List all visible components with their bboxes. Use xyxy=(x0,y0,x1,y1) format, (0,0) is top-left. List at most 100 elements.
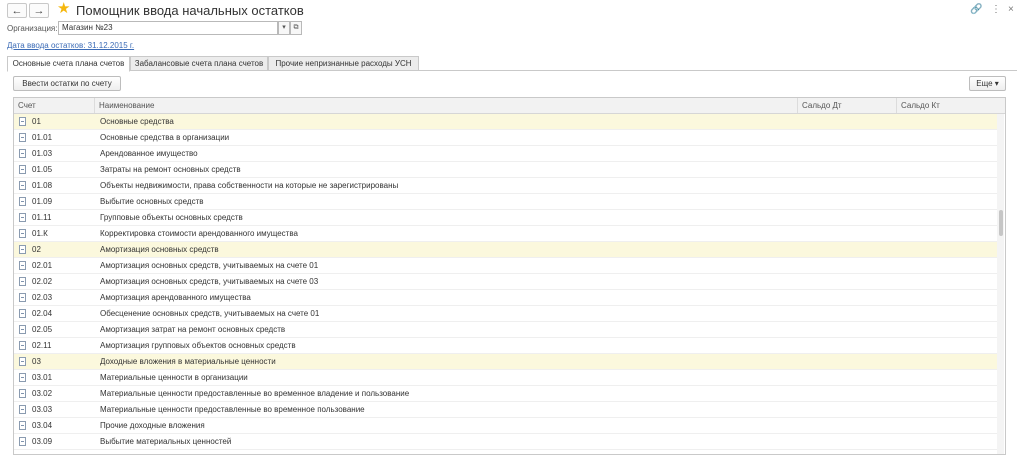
credit-balance-cell[interactable] xyxy=(901,146,996,161)
debit-balance-cell[interactable] xyxy=(802,306,897,321)
more-actions-icon[interactable]: ⋮ xyxy=(991,3,1001,17)
credit-balance-cell[interactable] xyxy=(901,290,996,305)
debit-balance-cell[interactable] xyxy=(802,162,897,177)
vertical-scrollbar[interactable] xyxy=(997,114,1004,454)
debit-balance-cell[interactable] xyxy=(802,258,897,273)
debit-balance-cell[interactable] xyxy=(802,114,897,129)
debit-balance-cell[interactable] xyxy=(802,322,897,337)
credit-balance-cell[interactable] xyxy=(901,402,996,417)
table-row[interactable]: 01.09 Выбытие основных средств xyxy=(14,194,997,210)
credit-balance-cell[interactable] xyxy=(901,130,996,145)
table-row[interactable]: 03 Доходные вложения в материальные ценно… xyxy=(14,354,997,370)
debit-balance-cell[interactable] xyxy=(802,178,897,193)
table-row[interactable]: 02.02 Амортизация основных средств, учиты… xyxy=(14,274,997,290)
table-row[interactable]: 01 Основные средства xyxy=(14,114,997,130)
credit-balance-cell[interactable] xyxy=(901,114,996,129)
credit-balance-cell[interactable] xyxy=(901,434,996,449)
link-icon[interactable]: 🔗 xyxy=(970,3,982,17)
column-header-credit[interactable]: Сальдо Кт xyxy=(897,98,997,113)
debit-balance-cell[interactable] xyxy=(802,386,897,401)
table-row[interactable]: 03.04 Прочие доходные вложения xyxy=(14,418,997,434)
credit-balance-cell[interactable] xyxy=(901,194,996,209)
account-code: 02.01 xyxy=(32,261,53,270)
account-icon xyxy=(19,373,26,382)
forward-button[interactable]: → xyxy=(29,3,49,18)
account-name: Арендованное имущество xyxy=(100,149,198,158)
account-name: Основные средства в организации xyxy=(100,133,230,142)
account-code: 03.09 xyxy=(32,437,53,446)
account-name: Объекты недвижимости, права собственност… xyxy=(100,181,399,190)
account-icon xyxy=(19,181,26,190)
table-row[interactable]: 02 Амортизация основных средств xyxy=(14,242,997,258)
table-row[interactable]: 01.К Корректировка стоимости арендованног… xyxy=(14,226,997,242)
table-row[interactable]: 03.02 Материальные ценности предоставленн… xyxy=(14,386,997,402)
debit-balance-cell[interactable] xyxy=(802,130,897,145)
debit-balance-cell[interactable] xyxy=(802,418,897,433)
table-row[interactable]: 02.04 Обесценение основных средств, учиты… xyxy=(14,306,997,322)
debit-balance-cell[interactable] xyxy=(802,338,897,353)
organization-dropdown-icon[interactable]: ▾ xyxy=(278,21,290,35)
table-row[interactable]: 02.01 Амортизация основных средств, учиты… xyxy=(14,258,997,274)
debit-balance-cell[interactable] xyxy=(802,434,897,449)
credit-balance-cell[interactable] xyxy=(901,242,996,257)
debit-balance-cell[interactable] xyxy=(802,402,897,417)
table-row[interactable]: 01.05 Затраты на ремонт основных средств xyxy=(14,162,997,178)
credit-balance-cell[interactable] xyxy=(901,418,996,433)
account-code: 01.05 xyxy=(32,165,53,174)
back-button[interactable]: ← xyxy=(7,3,27,18)
table-row[interactable]: 03.01 Материальные ценности в организации xyxy=(14,370,997,386)
credit-balance-cell[interactable] xyxy=(901,210,996,225)
credit-balance-cell[interactable] xyxy=(901,370,996,385)
credit-balance-cell[interactable] xyxy=(901,354,996,369)
table-row[interactable]: 03.09 Выбытие материальных ценностей xyxy=(14,434,997,450)
table-row[interactable]: 01.11 Групповые объекты основных средств xyxy=(14,210,997,226)
table-row[interactable]: 02.03 Амортизация арендованного имущества xyxy=(14,290,997,306)
account-code: 01 xyxy=(32,117,41,126)
table-row[interactable]: 01.08 Объекты недвижимости, права собстве… xyxy=(14,178,997,194)
organization-input[interactable]: Магазин №23 xyxy=(58,21,278,35)
column-header-name[interactable]: Наименование xyxy=(95,98,798,113)
debit-balance-cell[interactable] xyxy=(802,146,897,161)
account-icon xyxy=(19,213,26,222)
account-icon xyxy=(19,117,26,126)
account-icon xyxy=(19,245,26,254)
balance-date-link[interactable]: Дата ввода остатков: 31.12.2015 г. xyxy=(7,41,134,50)
debit-balance-cell[interactable] xyxy=(802,370,897,385)
tab-main-accounts[interactable]: Основные счета плана счетов xyxy=(7,56,130,72)
debit-balance-cell[interactable] xyxy=(802,242,897,257)
credit-balance-cell[interactable] xyxy=(901,322,996,337)
more-button[interactable]: Еще ▾ xyxy=(969,76,1006,91)
table-row[interactable]: 01.03 Арендованное имущество xyxy=(14,146,997,162)
scrollbar-thumb[interactable] xyxy=(999,210,1003,236)
credit-balance-cell[interactable] xyxy=(901,338,996,353)
credit-balance-cell[interactable] xyxy=(901,178,996,193)
favorite-star-icon[interactable]: ★ xyxy=(57,0,70,18)
credit-balance-cell[interactable] xyxy=(901,274,996,289)
column-header-debit[interactable]: Сальдо Дт xyxy=(798,98,897,113)
credit-balance-cell[interactable] xyxy=(901,162,996,177)
close-icon[interactable]: × xyxy=(1008,3,1014,17)
debit-balance-cell[interactable] xyxy=(802,274,897,289)
debit-balance-cell[interactable] xyxy=(802,290,897,305)
table-row[interactable]: 02.11 Амортизация групповых объектов осно… xyxy=(14,338,997,354)
debit-balance-cell[interactable] xyxy=(802,194,897,209)
table-row[interactable]: 01.01 Основные средства в организации xyxy=(14,130,997,146)
debit-balance-cell[interactable] xyxy=(802,354,897,369)
tab-off-balance-accounts[interactable]: Забалансовые счета плана счетов xyxy=(130,56,268,71)
credit-balance-cell[interactable] xyxy=(901,258,996,273)
debit-balance-cell[interactable] xyxy=(802,210,897,225)
credit-balance-cell[interactable] xyxy=(901,386,996,401)
account-icon xyxy=(19,421,26,430)
account-code: 01.11 xyxy=(32,213,52,222)
organization-open-icon[interactable]: ⧉ xyxy=(290,21,302,35)
tab-usn-expenses[interactable]: Прочие непризнанные расходы УСН xyxy=(268,56,419,71)
table-row[interactable]: 03.03 Материальные ценности предоставленн… xyxy=(14,402,997,418)
credit-balance-cell[interactable] xyxy=(901,306,996,321)
table-row[interactable]: 02.05 Амортизация затрат на ремонт основн… xyxy=(14,322,997,338)
account-icon xyxy=(19,325,26,334)
debit-balance-cell[interactable] xyxy=(802,226,897,241)
credit-balance-cell[interactable] xyxy=(901,226,996,241)
enter-balances-button[interactable]: Ввести остатки по счету xyxy=(13,76,121,91)
account-icon xyxy=(19,405,26,414)
column-header-account[interactable]: Счет xyxy=(14,98,95,113)
